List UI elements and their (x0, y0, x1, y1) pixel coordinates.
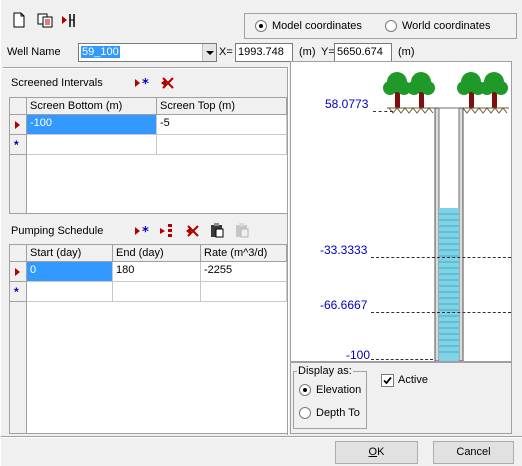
row-header-new[interactable]: * (10, 135, 27, 155)
delete-row-icon[interactable] (159, 76, 177, 94)
y-label: Y= (321, 46, 335, 58)
table-cell-empty[interactable] (27, 282, 113, 302)
column-header[interactable]: End (day) (113, 245, 201, 262)
elevation-radio-label: Elevation (316, 384, 362, 396)
well-name-value: 59_100 (81, 46, 120, 58)
svg-text:*: * (142, 225, 149, 238)
well-diagram-graphic (383, 72, 509, 361)
tree-icon (383, 72, 411, 108)
current-row-arrow-icon (15, 268, 20, 276)
display-as-label: Display as: (297, 365, 353, 377)
display-options-panel: Display as: Elevation Depth To Active (290, 362, 512, 434)
new-document-icon[interactable] (11, 12, 29, 30)
active-label: Active (398, 374, 428, 386)
x-label: X= (219, 46, 233, 58)
split-icon[interactable] (61, 12, 79, 30)
elevation-label: -33.3333 (320, 243, 368, 257)
table-cell[interactable]: -5 (157, 115, 287, 135)
table-cell-empty[interactable] (201, 282, 287, 302)
tree-icon (407, 72, 435, 108)
screened-intervals-title: Screened Intervals (11, 77, 103, 89)
table-cell[interactable]: -100 (27, 115, 157, 135)
elevation-marker-line (371, 312, 511, 313)
well-diagram: 58.0773 -33.3333 -66.6667 -100 (290, 61, 512, 362)
row-header-filler (10, 302, 27, 433)
well-name-combobox[interactable]: 59_100 (78, 43, 217, 62)
footer-divider (1, 436, 522, 438)
ok-button[interactable]: OK (335, 441, 418, 464)
new-row-marker: * (14, 138, 19, 152)
elevation-label: 58.0773 (325, 97, 369, 111)
model-coordinates-label: Model coordinates (272, 20, 362, 32)
table-cell[interactable]: 0 (27, 262, 113, 282)
chevron-down-icon[interactable] (202, 44, 216, 61)
x-unit-label: (m) (299, 46, 316, 58)
delete-row-icon[interactable] (184, 224, 202, 242)
checkmark-icon (383, 376, 392, 385)
ok-label: K (377, 446, 385, 458)
paste-disabled-icon[interactable] (234, 222, 252, 240)
active-checkbox[interactable] (381, 374, 394, 387)
tree-icon (480, 72, 508, 108)
elevation-radio[interactable] (299, 384, 311, 396)
depth-to-radio[interactable] (299, 407, 311, 419)
y-unit-label: (m) (398, 46, 415, 58)
table-cell[interactable]: -2255 (201, 262, 287, 282)
add-row-icon[interactable]: * (134, 76, 152, 94)
column-header[interactable]: Start (day) (27, 245, 113, 262)
add-row-icon[interactable]: * (134, 224, 152, 242)
display-as-group (293, 371, 367, 429)
table-cell-empty[interactable] (157, 135, 287, 155)
column-header[interactable]: Screen Top (m) (157, 98, 287, 115)
table-cell-empty[interactable] (113, 282, 201, 302)
well-properties-dialog: Model coordinates World coordinates Well… (0, 0, 522, 466)
elevation-label: -66.6667 (320, 298, 368, 312)
world-coordinates-label: World coordinates (402, 20, 491, 32)
row-header-current[interactable] (10, 262, 27, 282)
well-name-label: Well Name (7, 46, 61, 58)
pumping-schedule-grid: Start (day) End (day) Rate (m^3/d) 0 180… (9, 244, 288, 434)
depth-to-radio-label: Depth To (316, 407, 360, 419)
divider (3, 67, 288, 69)
current-row-arrow-icon (15, 121, 20, 129)
cancel-button[interactable]: Cancel (433, 441, 514, 464)
grid-corner (10, 98, 27, 115)
column-header[interactable]: Screen Bottom (m) (27, 98, 157, 115)
ok-accelerator: O (368, 446, 378, 458)
y-coordinate-field[interactable]: 5650.674 (334, 43, 392, 62)
table-cell[interactable]: 180 (113, 262, 201, 282)
coordinate-system-group: Model coordinates World coordinates (244, 13, 517, 39)
x-coordinate-value: 1993.748 (238, 46, 284, 58)
column-header[interactable]: Rate (m^3/d) (201, 245, 287, 262)
elevation-marker-line (373, 111, 393, 112)
elevation-marker-line (371, 257, 511, 258)
world-coordinates-radio[interactable] (385, 20, 397, 32)
new-row-marker: * (14, 285, 19, 299)
elevation-label: -100 (346, 348, 371, 362)
screened-intervals-grid: Screen Bottom (m) Screen Top (m) -100 -5… (9, 97, 288, 214)
pumping-schedule-title: Pumping Schedule (11, 225, 104, 237)
y-coordinate-value: 5650.674 (337, 46, 383, 58)
model-coordinates-radio[interactable] (255, 20, 267, 32)
insert-row-icon[interactable] (159, 223, 177, 241)
row-header-filler (10, 155, 27, 213)
paste-icon[interactable] (209, 222, 227, 240)
table-cell-empty[interactable] (27, 135, 157, 155)
row-header-new[interactable]: * (10, 282, 27, 302)
elevation-marker-line (371, 359, 433, 360)
grid-corner (10, 245, 27, 262)
row-header-current[interactable] (10, 115, 27, 135)
copy-well-icon[interactable] (37, 12, 55, 30)
svg-text:*: * (142, 77, 149, 90)
x-coordinate-field[interactable]: 1993.748 (235, 43, 293, 62)
